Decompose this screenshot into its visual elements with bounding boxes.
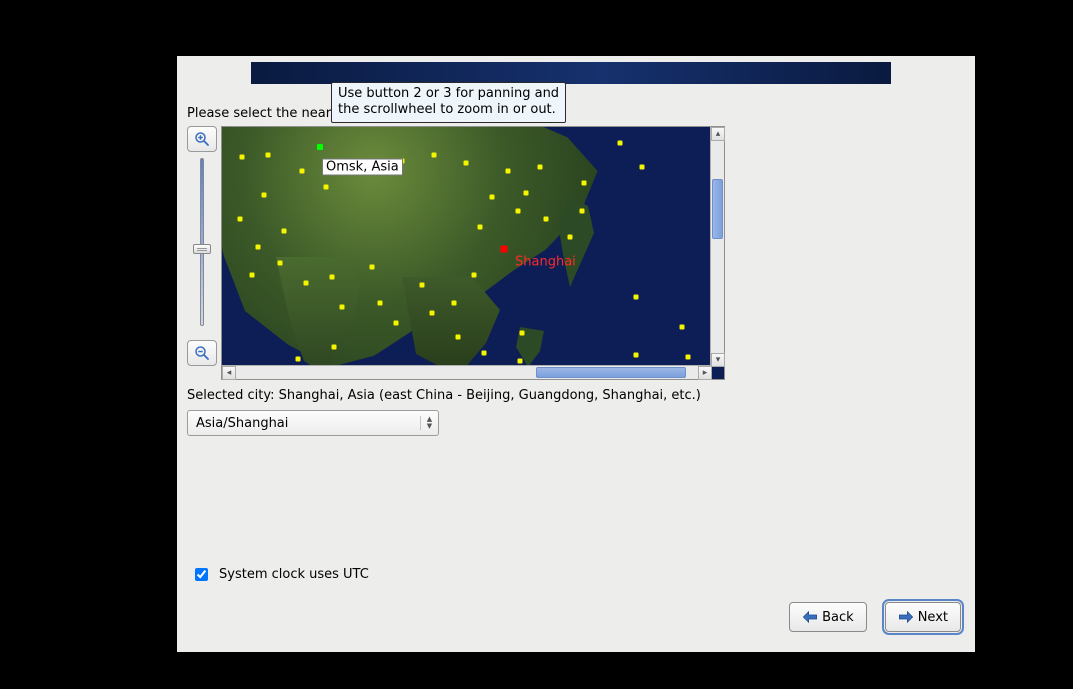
map-vertical-scrollbar[interactable]: ▴ ▾ [710,127,724,367]
city-dot[interactable] [238,217,243,222]
city-dot[interactable] [680,325,685,330]
city-dot[interactable] [250,273,255,278]
arrow-right-icon [898,610,914,624]
city-dot[interactable] [518,359,523,364]
city-dot[interactable] [432,153,437,158]
city-dot[interactable] [324,185,329,190]
city-dot[interactable] [544,217,549,222]
city-dot[interactable] [524,191,529,196]
city-dot[interactable] [340,305,345,310]
utc-checkbox[interactable] [195,568,208,581]
selected-city-label: Shanghai [515,255,576,270]
scroll-up-arrow[interactable]: ▴ [711,127,725,141]
city-dot[interactable] [464,161,469,166]
vscroll-thumb[interactable] [712,179,723,239]
utc-checkbox-row[interactable]: System clock uses UTC [191,565,369,584]
city-dot[interactable] [456,335,461,340]
timezone-value: Asia/Shanghai [196,416,288,431]
map-canvas[interactable]: Omsk, Asia Shanghai [222,127,712,367]
city-dot[interactable] [266,153,271,158]
hscroll-thumb[interactable] [536,367,686,378]
city-dot[interactable] [330,275,335,280]
scroll-right-arrow[interactable]: ▸ [698,366,712,380]
city-dot[interactable] [490,195,495,200]
hover-city-dot[interactable] [317,144,323,150]
city-dot[interactable] [394,321,399,326]
map-horizontal-scrollbar[interactable]: ◂ ▸ [222,365,712,379]
city-dot[interactable] [618,141,623,146]
back-button-label: Back [822,610,854,625]
city-dot[interactable] [634,295,639,300]
city-dot[interactable] [262,193,267,198]
utc-checkbox-label: System clock uses UTC [219,567,369,582]
city-dot[interactable] [332,345,337,350]
button-bar: Back Next [789,602,961,632]
city-dot[interactable] [506,169,511,174]
scroll-left-arrow[interactable]: ◂ [222,366,236,380]
back-button[interactable]: Back [789,602,867,632]
zoom-controls [187,126,219,366]
city-dot[interactable] [516,209,521,214]
installer-window: Use button 2 or 3 for panning and the sc… [177,56,975,652]
city-dot[interactable] [300,169,305,174]
city-dot[interactable] [482,351,487,356]
city-dot[interactable] [472,273,477,278]
city-dot[interactable] [296,357,301,362]
city-dot[interactable] [378,301,383,306]
timezone-combobox[interactable]: Asia/Shanghai ▲▼ [187,410,439,436]
zoom-in-icon [193,130,211,148]
zoom-slider-track[interactable] [200,158,204,326]
vscroll-track[interactable] [711,141,724,353]
zoom-in-button[interactable] [187,126,217,152]
city-dot[interactable] [582,181,587,186]
map-area: Omsk, Asia Shanghai ▴ ▾ ◂ ▸ [187,126,725,381]
arrow-left-icon [802,610,818,624]
city-dot[interactable] [538,165,543,170]
selected-city-dot[interactable] [501,246,508,253]
hover-city-label: Omsk, Asia [322,159,403,176]
city-dot[interactable] [430,311,435,316]
city-dot[interactable] [452,301,457,306]
zoom-out-icon [193,344,211,362]
city-dot[interactable] [478,225,483,230]
city-dot[interactable] [420,283,425,288]
header-banner [251,62,891,84]
combobox-arrows-icon: ▲▼ [420,416,434,430]
city-dot[interactable] [634,353,639,358]
city-dot[interactable] [304,281,309,286]
city-dot[interactable] [278,261,283,266]
city-dot[interactable] [640,165,645,170]
city-dot[interactable] [686,355,691,360]
city-dot[interactable] [282,229,287,234]
hscroll-track[interactable] [236,366,698,379]
city-dot[interactable] [256,245,261,250]
city-dot[interactable] [520,331,525,336]
scroll-down-arrow[interactable]: ▾ [711,353,725,367]
city-dot[interactable] [370,265,375,270]
next-button-label: Next [918,610,948,625]
selected-city-text: Selected city: Shanghai, Asia (east Chin… [187,388,701,403]
zoom-slider-thumb[interactable] [193,244,211,254]
next-button[interactable]: Next [885,602,961,632]
zoom-out-button[interactable] [187,340,217,366]
city-dot[interactable] [568,235,573,240]
map-tooltip: Use button 2 or 3 for panning and the sc… [331,82,566,123]
city-dot[interactable] [580,209,585,214]
city-dot[interactable] [240,155,245,160]
timezone-map[interactable]: Omsk, Asia Shanghai ▴ ▾ ◂ ▸ [221,126,725,380]
